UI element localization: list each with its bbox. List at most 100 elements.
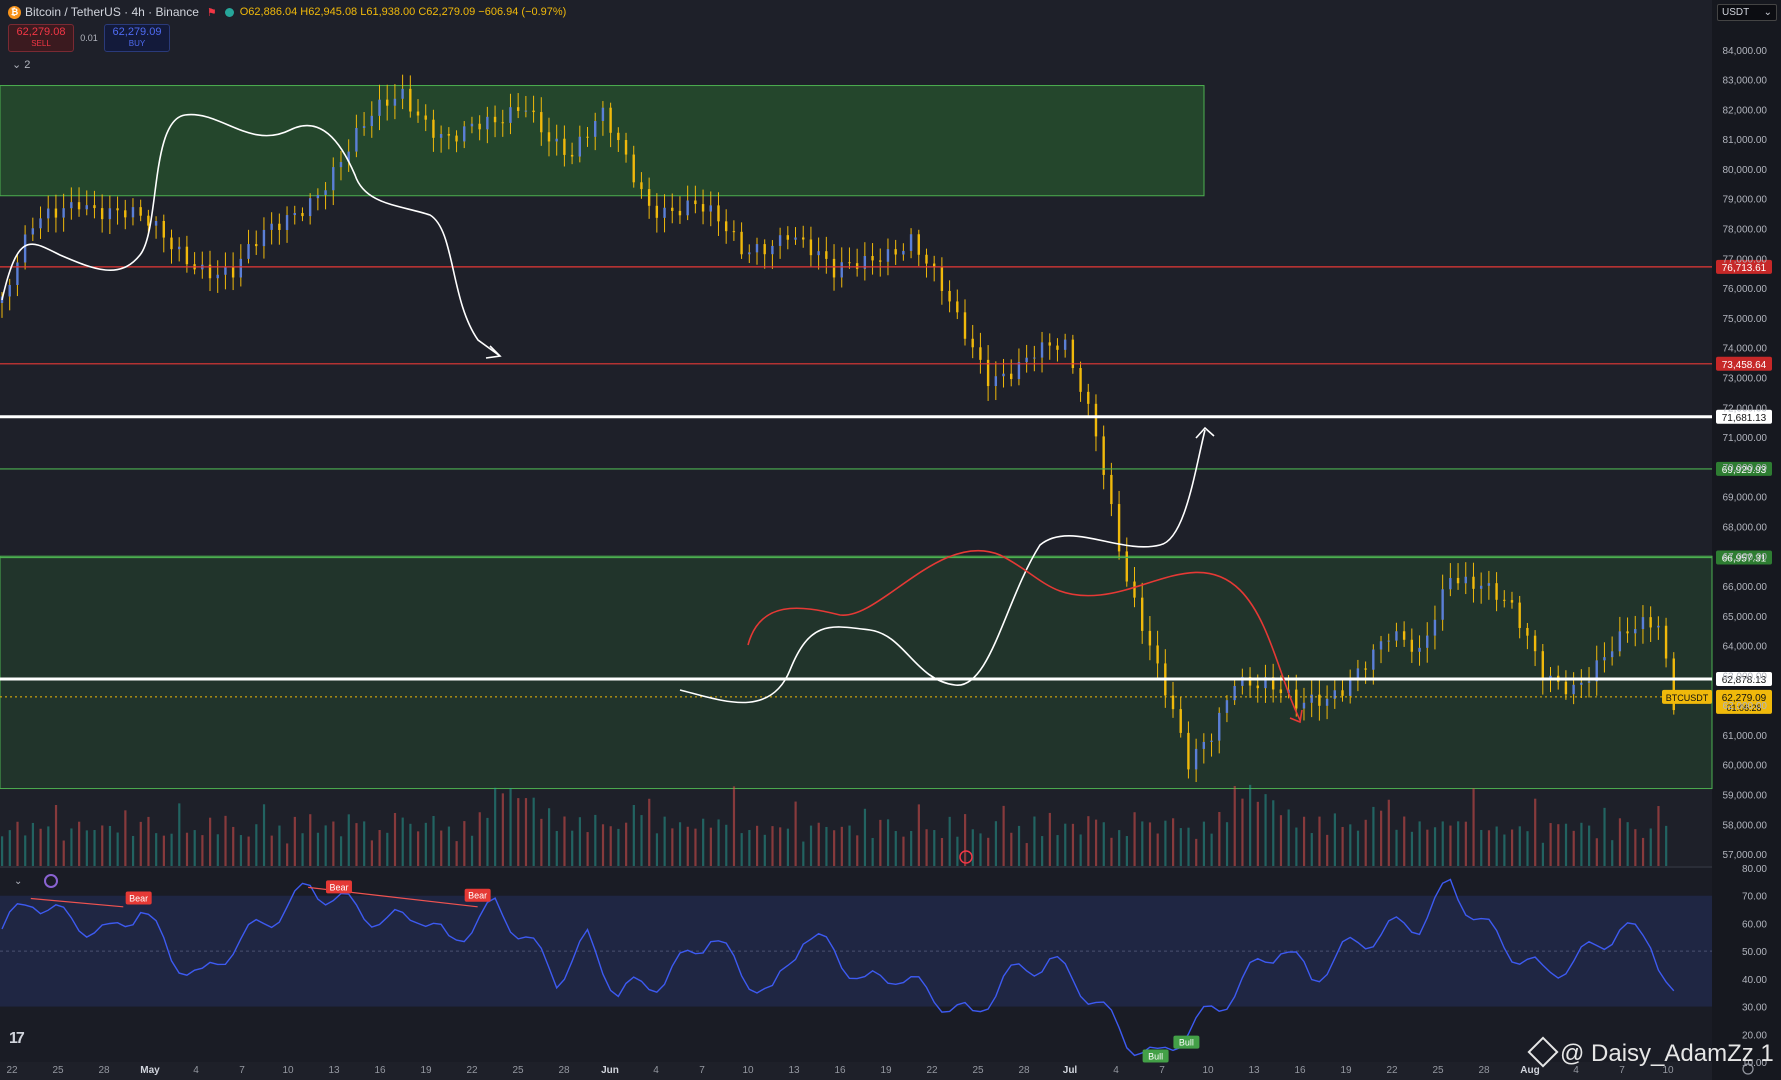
- buy-button[interactable]: 62,279.09 BUY: [104, 24, 170, 52]
- volume-bar: [1372, 806, 1375, 866]
- volume-bar: [1256, 801, 1259, 866]
- volume-bar: [1626, 822, 1629, 866]
- candle-body: [971, 338, 974, 348]
- volume-bar: [917, 804, 920, 866]
- candle-body: [624, 140, 628, 155]
- volume-bar: [332, 821, 335, 866]
- price-axis-tick: 61,000.00: [1723, 731, 1768, 742]
- volume-bar: [417, 831, 420, 866]
- candle-body: [678, 210, 682, 216]
- rsi-axis-tick: 60.00: [1742, 919, 1767, 930]
- volume-bar: [825, 826, 828, 866]
- candle-body: [917, 234, 920, 255]
- volume-bar: [655, 833, 659, 866]
- volume-bar: [625, 822, 628, 866]
- candle-body: [617, 132, 620, 141]
- volume-bar: [170, 833, 173, 866]
- volume-bar: [933, 830, 936, 866]
- candle-body: [871, 255, 874, 261]
- volume-bar: [910, 830, 913, 866]
- candle-body: [555, 138, 558, 142]
- candle-body: [1349, 679, 1352, 696]
- time-axis-tick: 28: [98, 1065, 110, 1076]
- volume-bar: [987, 837, 990, 866]
- time-axis-tick: 22: [926, 1065, 938, 1076]
- volume-bar: [54, 804, 58, 866]
- currency-selector[interactable]: USDT ⌄: [1717, 4, 1777, 21]
- price-axis-tick: 68,000.00: [1723, 522, 1768, 533]
- rsi-settings-icon[interactable]: [44, 874, 59, 888]
- candle-body: [963, 312, 967, 339]
- candle-body: [1433, 619, 1437, 636]
- candle-body: [154, 220, 158, 226]
- volume-bar: [1310, 833, 1313, 866]
- volume-bar: [771, 826, 774, 866]
- volume-bar: [1441, 821, 1444, 866]
- volume-bar: [848, 825, 851, 866]
- volume-bar: [571, 830, 574, 866]
- candle-body: [1033, 357, 1036, 359]
- volume-bar: [440, 830, 443, 866]
- volume-bar: [478, 812, 481, 866]
- candle-body: [1641, 617, 1645, 630]
- divergence-label: Bull: [1148, 1051, 1163, 1061]
- time-axis-tick: Jul: [1063, 1065, 1078, 1076]
- time-axis-tick: Jun: [601, 1065, 619, 1076]
- candle-body: [308, 198, 312, 217]
- symbol-title[interactable]: Bitcoin / TetherUS · 4h · Binance: [25, 5, 199, 19]
- volume-bar: [1094, 819, 1098, 866]
- watermark-text: @ Daisy_AdamZz 1: [1560, 1040, 1774, 1067]
- candle-body: [1133, 581, 1136, 598]
- candle-body: [516, 107, 520, 111]
- volume-bar: [1118, 830, 1121, 866]
- volume-bar: [463, 821, 466, 866]
- volume-bar: [886, 819, 890, 866]
- volume-bar: [940, 838, 944, 866]
- volume-bar: [578, 817, 581, 866]
- candle-body: [478, 123, 481, 130]
- volume-bar: [393, 813, 397, 866]
- sell-button[interactable]: 62,279.08 SELL: [8, 24, 74, 52]
- volume-bar: [1503, 834, 1506, 866]
- volume-bar: [964, 814, 967, 866]
- volume-bar: [185, 832, 189, 866]
- market-status-icon: [224, 7, 234, 17]
- volume-bar: [24, 835, 27, 866]
- sell-label: SELL: [31, 39, 51, 48]
- candle-body: [147, 215, 150, 226]
- volume-bar: [971, 829, 974, 866]
- candle-body: [1094, 403, 1098, 437]
- volume-bar: [532, 797, 535, 866]
- rsi-axis-tick: 30.00: [1742, 1003, 1767, 1014]
- time-axis-tick: 10: [282, 1065, 294, 1076]
- volume-bar: [1041, 836, 1044, 866]
- price-chart-canvas[interactable]: 76,713.6173,458.6471,681.1369,929.9366,9…: [0, 0, 1781, 1080]
- volume-bar: [1641, 837, 1645, 866]
- quantity-field[interactable]: 0.01: [74, 33, 104, 43]
- price-axis-tick: 78,000.00: [1723, 225, 1768, 236]
- indicators-collapse-toggle[interactable]: ⌄ 2: [12, 58, 30, 71]
- flag-icon[interactable]: ⚑: [207, 6, 217, 19]
- chevron-down-icon[interactable]: ⌄: [14, 876, 22, 887]
- volume-bar: [31, 822, 35, 866]
- price-axis-tick: 75,000.00: [1723, 314, 1768, 325]
- volume-bar: [1349, 824, 1352, 866]
- volume-bar: [339, 836, 343, 866]
- time-axis-tick: 28: [1018, 1065, 1030, 1076]
- volume-bar: [1279, 815, 1283, 866]
- candle-body: [809, 239, 813, 256]
- volume-bar: [894, 831, 897, 866]
- volume-bar: [1156, 833, 1159, 866]
- price-axis-tick: 79,000.00: [1723, 195, 1768, 206]
- time-axis-tick: 10: [1202, 1065, 1214, 1076]
- volume-bar: [1618, 818, 1622, 866]
- volume-bar: [879, 819, 882, 866]
- candle-body: [1456, 577, 1460, 584]
- price-tag-label: 73,458.64: [1722, 360, 1767, 371]
- volume-bar: [1326, 834, 1329, 866]
- candle-body: [1518, 602, 1521, 628]
- volume-bar: [1148, 822, 1152, 866]
- candle-body: [1634, 629, 1637, 634]
- candle-body: [540, 112, 543, 133]
- volume-bar: [224, 815, 227, 866]
